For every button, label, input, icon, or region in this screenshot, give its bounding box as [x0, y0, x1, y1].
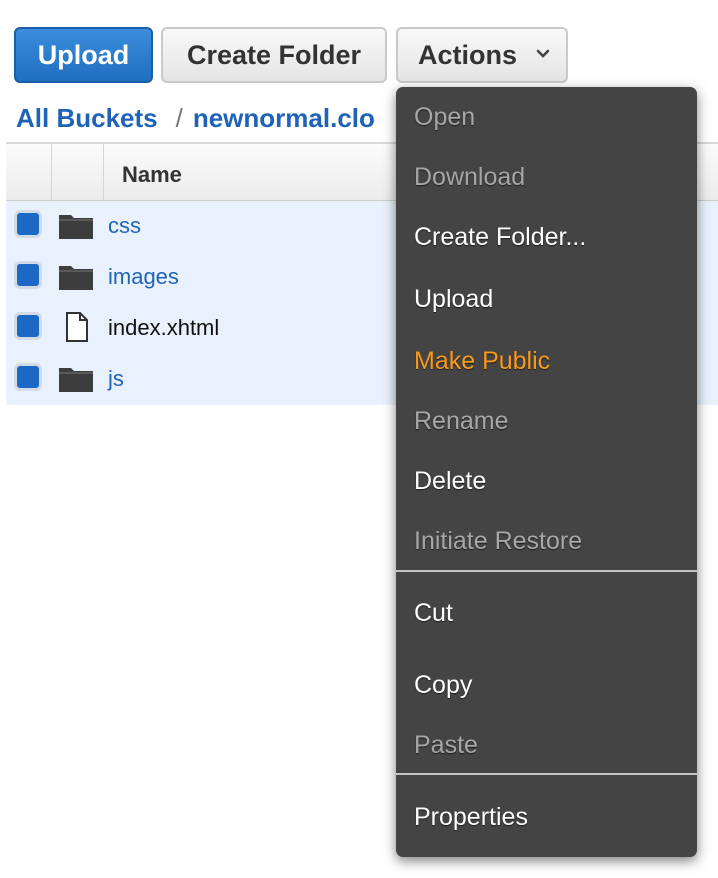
file-icon [58, 312, 94, 342]
header-icon-column [52, 144, 104, 200]
menu-item-download: Download [414, 163, 526, 191]
name-column-header[interactable]: Name [122, 162, 182, 188]
menu-item-make-public[interactable]: Make Public [414, 347, 550, 376]
menu-divider [396, 773, 697, 775]
row-name-link[interactable]: images [108, 264, 179, 290]
folder-icon [58, 210, 94, 240]
row-name-link[interactable]: js [108, 366, 124, 392]
menu-item-properties[interactable]: Properties [414, 803, 528, 832]
folder-icon [58, 363, 94, 393]
row-name-link[interactable]: index.xhtml [108, 315, 219, 341]
chevron-down-icon [536, 49, 550, 58]
actions-button[interactable]: Actions [396, 27, 568, 83]
row-checkbox[interactable] [14, 363, 42, 391]
menu-item-open: Open [414, 103, 476, 131]
create-folder-button[interactable]: Create Folder [161, 27, 387, 83]
actions-button-label: Actions [418, 39, 518, 70]
row-name-link[interactable]: css [108, 213, 141, 239]
row-checkbox[interactable] [14, 261, 42, 289]
menu-item-create-folder[interactable]: Create Folder... [414, 223, 586, 252]
breadcrumb: All Buckets / newnormal.clo [16, 103, 375, 134]
row-checkbox[interactable] [14, 210, 42, 238]
upload-button[interactable]: Upload [14, 27, 153, 83]
header-select-column[interactable] [6, 144, 52, 200]
actions-dropdown-menu: Open Download Create Folder... Upload Make P… [396, 87, 697, 857]
menu-item-upload[interactable]: Upload [414, 285, 493, 314]
breadcrumb-bucket[interactable]: newnormal.clo [193, 103, 375, 133]
menu-item-copy[interactable]: Copy [414, 671, 472, 700]
menu-divider [396, 570, 697, 572]
menu-item-paste: Paste [414, 731, 478, 759]
menu-item-rename: Rename [414, 407, 509, 435]
folder-icon [58, 261, 94, 291]
menu-item-initiate-restore: Initiate Restore [414, 527, 583, 555]
menu-item-cut[interactable]: Cut [414, 599, 453, 628]
menu-item-delete[interactable]: Delete [414, 467, 486, 496]
breadcrumb-all-buckets[interactable]: All Buckets [16, 103, 158, 133]
breadcrumb-separator: / [175, 103, 183, 133]
row-checkbox[interactable] [14, 312, 42, 340]
